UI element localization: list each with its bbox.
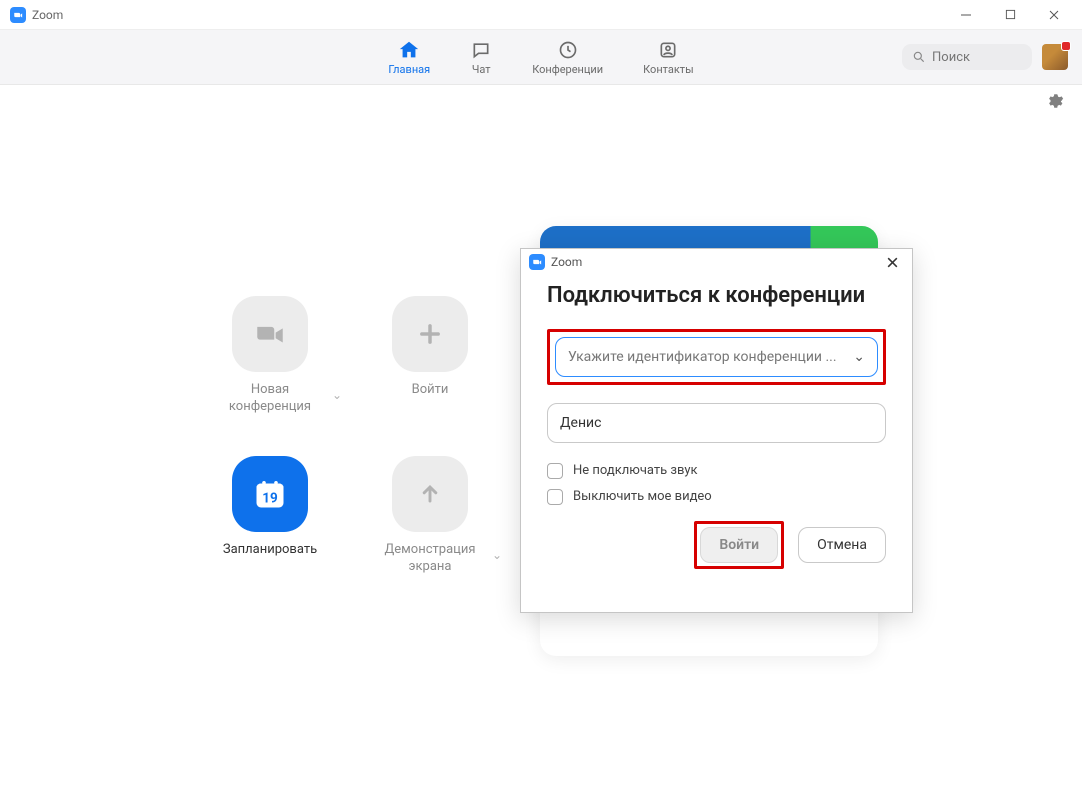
dialog-checks: Не подключать звук Выключить мое видео [547,463,886,505]
dialog-title: Zoom [551,255,582,269]
home-tiles: Новая конференция ⌄ Войти 19 Запланирова… [190,296,510,616]
svg-text:19: 19 [262,490,278,506]
tile-share-screen[interactable]: Демонстрация экрана ⌄ [350,456,510,616]
zoom-app-icon [529,254,545,270]
tile-schedule[interactable]: 19 Запланировать [190,456,350,616]
status-dot-icon [1061,41,1071,51]
display-name-input[interactable] [560,415,873,431]
zoom-app-icon [10,7,26,23]
calendar-icon: 19 [232,456,308,532]
check-no-video[interactable]: Выключить мое видео [547,489,886,505]
dialog-heading: Подключиться к конференции [547,281,886,311]
join-dialog: Zoom Подключиться к конференции Укажите … [520,248,913,613]
tile-new-meeting[interactable]: Новая конференция ⌄ [190,296,350,456]
highlight-join-button: Войти [694,521,784,569]
nav-label: Конференции [532,63,603,76]
nav-label: Чат [472,63,491,76]
nav-chat[interactable]: Чат [470,39,492,76]
chevron-down-icon[interactable]: ⌄ [492,548,502,562]
tile-label: Запланировать [223,542,317,559]
plus-icon [392,296,468,372]
window-titlebar: Zoom [0,0,1082,30]
clock-icon [557,39,579,61]
chevron-down-icon[interactable]: ⌄ [332,388,342,402]
search-box[interactable] [902,44,1032,70]
nav-contacts[interactable]: Контакты [643,39,694,76]
tile-label: Демонстрация экрана [385,542,476,576]
join-button[interactable]: Войти [700,527,778,563]
search-icon [912,50,926,64]
search-input[interactable] [932,50,1022,65]
meeting-id-combo[interactable]: Укажите идентификатор конференции ... ⌄ [555,337,878,377]
calendar-card-header [540,226,878,248]
window-title: Zoom [32,8,63,22]
contacts-icon [657,39,679,61]
toolbar-right [902,44,1068,70]
nav-tabs: Главная Чат Конференции Контакты [388,39,693,76]
maximize-button[interactable] [988,0,1032,30]
arrow-up-icon [392,456,468,532]
home-icon [398,39,420,61]
window-controls [944,0,1076,30]
checkbox-icon [547,489,563,505]
chat-icon [470,39,492,61]
titlebar-left: Zoom [10,7,63,23]
nav-label: Контакты [643,63,694,76]
check-no-audio[interactable]: Не подключать звук [547,463,886,479]
nav-label: Главная [388,63,430,76]
dialog-close-button[interactable] [880,250,904,274]
minimize-button[interactable] [944,0,988,30]
close-button[interactable] [1032,0,1076,30]
chevron-down-icon: ⌄ [853,349,865,365]
check-label: Не подключать звук [573,463,698,478]
highlight-meeting-id: Укажите идентификатор конференции ... ⌄ [547,329,886,385]
cancel-button[interactable]: Отмена [798,527,886,563]
video-icon [232,296,308,372]
main-content: Новая конференция ⌄ Войти 19 Запланирова… [0,86,1082,810]
tile-label: Новая конференция [229,382,311,416]
tile-join[interactable]: Войти [350,296,510,456]
nav-home[interactable]: Главная [388,39,430,76]
user-avatar[interactable] [1042,44,1068,70]
meeting-id-placeholder: Укажите идентификатор конференции ... [568,349,837,365]
nav-meetings[interactable]: Конференции [532,39,603,76]
display-name-field[interactable] [547,403,886,443]
dialog-actions: Войти Отмена [547,521,886,569]
dialog-titlebar: Zoom [521,249,912,275]
check-label: Выключить мое видео [573,489,712,504]
dialog-body: Подключиться к конференции Укажите идент… [521,275,912,583]
dialog-title-left: Zoom [529,254,582,270]
checkbox-icon [547,463,563,479]
top-toolbar: Главная Чат Конференции Контакты [0,30,1082,85]
close-icon [886,256,899,269]
tile-label: Войти [412,382,449,399]
